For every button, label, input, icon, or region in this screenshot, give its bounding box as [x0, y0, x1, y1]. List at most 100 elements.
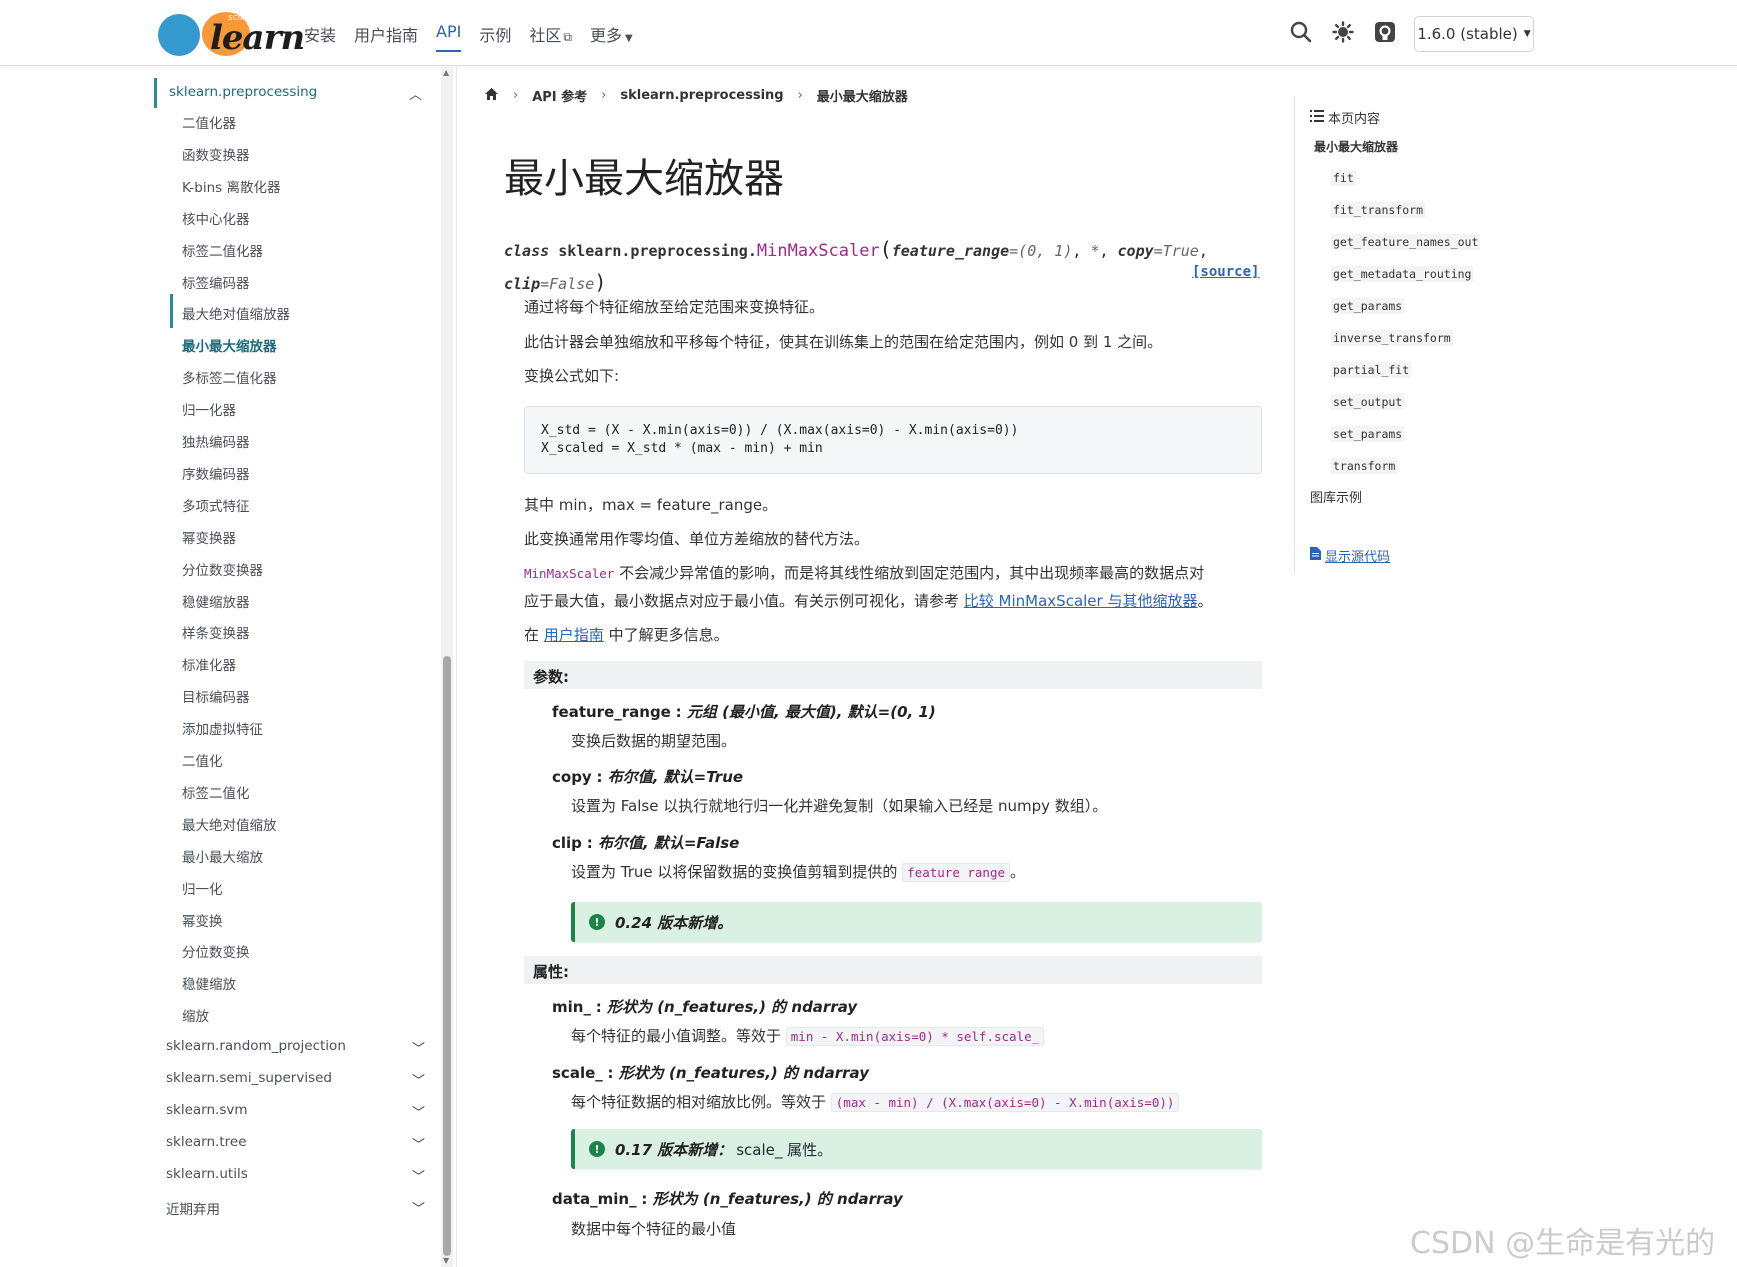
sidebar-item[interactable]: 核中心化器 — [182, 208, 250, 228]
version-added-text: 0.24 版本新增。 — [615, 913, 733, 932]
sidebar-module[interactable]: sklearn.svm — [166, 1102, 248, 1118]
breadcrumb-separator-icon: › — [797, 88, 803, 103]
sidebar-item[interactable]: 标准化器 — [182, 654, 236, 674]
sidebar-item[interactable]: 稳健缩放器 — [182, 591, 250, 611]
nav-api[interactable]: API — [436, 22, 462, 52]
toc-method-link[interactable]: inverse_transform — [1331, 330, 1453, 346]
param-name: feature_range — [552, 703, 671, 721]
sidebar-item[interactable]: 序数编码器 — [182, 463, 250, 483]
sidebar-module[interactable]: sklearn.semi_supervised — [166, 1070, 332, 1086]
breadcrumb-api-reference[interactable]: API 参考 — [532, 86, 587, 105]
sidebar-item[interactable]: 添加虚拟特征 — [182, 718, 263, 738]
sidebar-scrollbar[interactable]: ▲ ▼ — [441, 66, 453, 1267]
sidebar-item[interactable]: 独热编码器 — [182, 431, 250, 451]
sidebar-section-preprocessing[interactable]: sklearn.preprocessing ︿ — [154, 78, 430, 108]
sidebar-divider — [456, 66, 457, 1267]
page-title: 最小最大缩放器 — [504, 156, 784, 202]
sidebar-item[interactable]: 样条变换器 — [182, 622, 250, 642]
sidebar-module[interactable]: 近期弃用 — [166, 1198, 220, 1218]
attr-min: min_ : 形状为 (n_features,) 的 ndarray — [552, 998, 858, 1016]
attr-data-min: data_min_ : 形状为 (n_features,) 的 ndarray — [552, 1190, 903, 1208]
version-switcher[interactable]: 1.6.0 (stable) ▼ — [1414, 16, 1534, 52]
param-type: 布尔值, 默认=True — [607, 768, 744, 786]
chevron-down-icon[interactable]: ﹀ — [412, 1198, 425, 1217]
sidebar-item[interactable]: 最小最大缩放器 — [182, 335, 277, 355]
sidebar-item[interactable]: 归一化器 — [182, 399, 236, 419]
sidebar-module[interactable]: sklearn.random_projection — [166, 1038, 346, 1054]
toc-method-link[interactable]: get_feature_names_out — [1331, 234, 1481, 250]
nav-community-label: 社区 — [529, 26, 562, 45]
source-link[interactable]: [source] — [1192, 264, 1259, 280]
toc-method-link[interactable]: get_metadata_routing — [1331, 266, 1474, 282]
sidebar-item[interactable]: 多项式特征 — [182, 495, 250, 515]
sidebar-item[interactable]: 函数变换器 — [182, 144, 250, 164]
chevron-down-icon[interactable]: ﹀ — [412, 1070, 425, 1089]
sidebar-item[interactable]: 幂变换器 — [182, 527, 236, 547]
sidebar-item[interactable]: 最大绝对值缩放 — [182, 814, 277, 834]
toc-main-entry[interactable]: 最小最大缩放器 — [1314, 138, 1398, 155]
sidebar-item[interactable]: 标签二值化器 — [182, 240, 263, 260]
breadcrumb-separator-icon: › — [513, 88, 519, 103]
parameters-heading: 参数: — [524, 661, 1262, 689]
sidebar-item[interactable]: 最大绝对值缩放器 — [182, 303, 290, 323]
chevron-down-icon[interactable]: ﹀ — [412, 1038, 425, 1057]
breadcrumb-module[interactable]: sklearn.preprocessing — [620, 88, 783, 103]
sidebar-item[interactable]: 目标编码器 — [182, 686, 250, 706]
sidebar-module[interactable]: sklearn.tree — [166, 1134, 247, 1150]
sidebar-item[interactable]: 分位数变换 — [182, 941, 250, 961]
sidebar-item[interactable]: 分位数变换器 — [182, 559, 263, 579]
chevron-down-icon[interactable]: ﹀ — [412, 1102, 425, 1121]
caret-down-icon: ▼ — [624, 33, 633, 44]
scroll-up-arrow-icon[interactable]: ▲ — [443, 68, 449, 77]
sidebar-item[interactable]: 幂变换 — [182, 910, 223, 930]
toc-method-link[interactable]: set_output — [1331, 394, 1405, 410]
sidebar-item[interactable]: 稳健缩放 — [182, 973, 236, 993]
sidebar-item[interactable]: 多标签二值化器 — [182, 367, 277, 387]
toc-method-link[interactable]: partial_fit — [1331, 362, 1412, 378]
github-icon[interactable] — [1372, 19, 1398, 45]
nav-community[interactable]: 社区 ⧉ — [529, 22, 572, 52]
sidebar-item[interactable]: 归一化 — [182, 878, 223, 898]
nav-install[interactable]: 安装 — [304, 22, 336, 52]
param-feature-range: feature_range : 元组 (最小值, 最大值), 默认=(0, 1) — [552, 703, 936, 721]
scroll-down-arrow-icon[interactable]: ▼ — [443, 1256, 449, 1265]
sidebar-item[interactable]: 二值化器 — [182, 112, 236, 132]
nav-user-guide[interactable]: 用户指南 — [354, 22, 418, 52]
user-guide-link[interactable]: 用户指南 — [544, 626, 604, 644]
sidebar-module[interactable]: sklearn.utils — [166, 1166, 248, 1182]
toc-method-link[interactable]: fit_transform — [1331, 202, 1426, 218]
code-line: X_std = (X - X.min(axis=0)) / (X.max(axi… — [541, 423, 1019, 438]
theme-toggle-icon[interactable] — [1330, 19, 1356, 45]
chevron-down-icon[interactable]: ﹀ — [412, 1166, 425, 1185]
sidebar-item[interactable]: 标签二值化 — [182, 782, 250, 802]
scikit-learn-logo[interactable]: scikit learn — [156, 12, 305, 58]
sidebar-item[interactable]: 缩放 — [182, 1005, 209, 1025]
home-icon[interactable] — [484, 87, 499, 105]
toc-method-link[interactable]: transform — [1331, 458, 1398, 474]
toc-method-link[interactable]: set_params — [1331, 426, 1405, 442]
sidebar-item[interactable]: K-bins 离散化器 — [182, 176, 281, 196]
toc-method-link[interactable]: fit — [1331, 170, 1356, 186]
attr-name: scale_ — [552, 1064, 603, 1082]
sidebar-item[interactable]: 二值化 — [182, 750, 223, 770]
paragraph-text: 。 — [1010, 863, 1026, 881]
scrollbar-thumb[interactable] — [443, 656, 451, 1256]
sidebar-item[interactable]: 最小最大缩放 — [182, 846, 263, 866]
sidebar-item[interactable]: 标签编码器 — [182, 272, 250, 292]
show-source-link[interactable]: 显示源代码 — [1310, 546, 1390, 565]
toc-gallery-examples[interactable]: 图库示例 — [1310, 487, 1362, 506]
main-nav: 安装 用户指南 API 示例 社区 ⧉ 更多 ▼ — [304, 22, 651, 52]
chevron-up-icon[interactable]: ︿ — [409, 84, 422, 103]
compare-scalers-link[interactable]: 比较 MinMaxScaler 与其他缩放器 — [964, 592, 1198, 610]
signature-param-default: =True — [1153, 242, 1199, 260]
search-icon[interactable] — [1288, 19, 1314, 45]
param-copy: copy : 布尔值, 默认=True — [552, 768, 744, 786]
version-added-note: ! 0.24 版本新增。 — [571, 902, 1262, 942]
param-type: 布尔值, 默认=False — [597, 834, 740, 852]
description-paragraph: 通过将每个特征缩放至给定范围来变换特征。 — [524, 298, 825, 316]
nav-examples[interactable]: 示例 — [479, 22, 511, 52]
chevron-down-icon[interactable]: ﹀ — [412, 1134, 425, 1153]
toc-method-link[interactable]: get_params — [1331, 298, 1405, 314]
param-description: 设置为 False 以执行就地行归一化并避免复制（如果输入已经是 numpy 数… — [571, 797, 1108, 815]
nav-more[interactable]: 更多 ▼ — [590, 22, 633, 52]
